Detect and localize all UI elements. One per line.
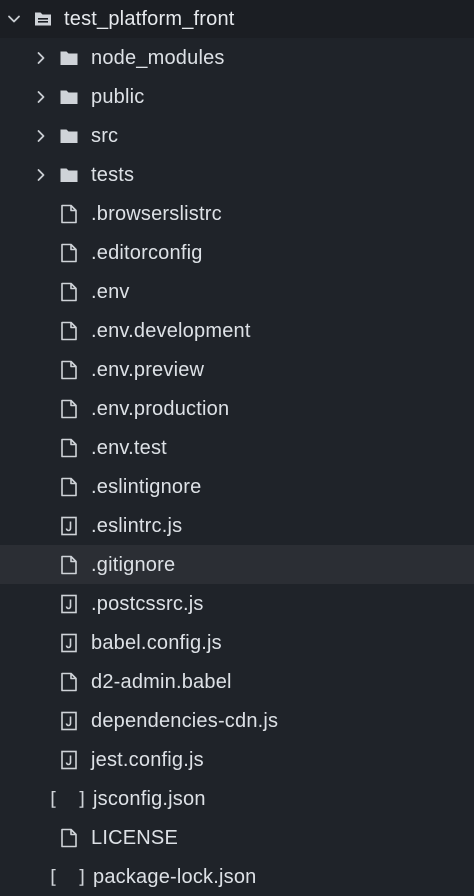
- tree-file-env-preview[interactable]: .env.preview: [0, 350, 474, 389]
- file-icon: [58, 242, 80, 264]
- tree-file-jest-config-js[interactable]: jest.config.js: [0, 740, 474, 779]
- tree-folder-tests[interactable]: tests: [0, 155, 474, 194]
- tree-file-eslintrc-js[interactable]: .eslintrc.js: [0, 506, 474, 545]
- tree-file-eslintignore[interactable]: .eslintignore: [0, 467, 474, 506]
- file-icon: [58, 554, 80, 576]
- chevron-right-icon[interactable]: [33, 50, 49, 66]
- tree-root-folder[interactable]: test_platform_front: [0, 0, 474, 38]
- file-label: .gitignore: [91, 553, 176, 576]
- file-label: .env: [91, 280, 130, 303]
- folder-icon: [58, 86, 80, 108]
- folder-label: tests: [91, 163, 135, 186]
- file-icon: [58, 203, 80, 225]
- chevron-right-icon[interactable]: [33, 89, 49, 105]
- chevron-right-icon[interactable]: [33, 167, 49, 183]
- file-label: .env.development: [91, 319, 251, 342]
- json-file-icon: [ ]: [47, 865, 91, 888]
- json-file-icon: [ ]: [47, 787, 91, 810]
- file-label: .editorconfig: [91, 241, 203, 264]
- file-icon: [58, 827, 80, 849]
- chevron-right-icon[interactable]: [33, 128, 49, 144]
- folder-label: src: [91, 124, 119, 147]
- file-label: d2-admin.babel: [91, 670, 232, 693]
- tree-file-package-lock-json[interactable]: [ ] package-lock.json: [0, 857, 474, 896]
- tree-file-env-development[interactable]: .env.development: [0, 311, 474, 350]
- file-icon: [58, 398, 80, 420]
- tree-file-env-production[interactable]: .env.production: [0, 389, 474, 428]
- file-icon: [58, 671, 80, 693]
- tree-file-env[interactable]: .env: [0, 272, 474, 311]
- tree-file-license[interactable]: LICENSE: [0, 818, 474, 857]
- js-file-icon: [58, 749, 80, 771]
- tree-file-gitignore[interactable]: .gitignore: [0, 545, 474, 584]
- chevron-down-icon[interactable]: [6, 11, 22, 27]
- file-icon: [58, 476, 80, 498]
- tree-folder-node-modules[interactable]: node_modules: [0, 38, 474, 77]
- file-label: .env.preview: [91, 358, 205, 381]
- file-label: dependencies-cdn.js: [91, 709, 279, 732]
- tree-folder-public[interactable]: public: [0, 77, 474, 116]
- js-file-icon: [58, 515, 80, 537]
- folder-icon: [58, 125, 80, 147]
- tree-file-babel-config-js[interactable]: babel.config.js: [0, 623, 474, 662]
- folder-label: node_modules: [91, 46, 225, 69]
- tree-file-postcssrc-js[interactable]: .postcssrc.js: [0, 584, 474, 623]
- folder-icon: [58, 164, 80, 186]
- tree-file-editorconfig[interactable]: .editorconfig: [0, 233, 474, 272]
- folder-open-icon: [32, 8, 54, 30]
- tree-folder-src[interactable]: src: [0, 116, 474, 155]
- tree-file-d2-admin-babel[interactable]: d2-admin.babel: [0, 662, 474, 701]
- tree-file-env-test[interactable]: .env.test: [0, 428, 474, 467]
- js-file-icon: [58, 710, 80, 732]
- file-label: jsconfig.json: [93, 787, 206, 810]
- js-file-icon: [58, 593, 80, 615]
- tree-file-dependencies-cdn-js[interactable]: dependencies-cdn.js: [0, 701, 474, 740]
- file-label: .eslintrc.js: [91, 514, 183, 537]
- file-icon: [58, 320, 80, 342]
- tree-file-jsconfig-json[interactable]: [ ] jsconfig.json: [0, 779, 474, 818]
- file-icon: [58, 359, 80, 381]
- file-label: .env.production: [91, 397, 230, 420]
- folder-label: public: [91, 85, 145, 108]
- js-file-icon: [58, 632, 80, 654]
- file-label: babel.config.js: [91, 631, 222, 654]
- file-label: .postcssrc.js: [91, 592, 204, 615]
- file-label: jest.config.js: [91, 748, 204, 771]
- file-label: LICENSE: [91, 826, 178, 849]
- file-explorer-tree: test_platform_front node_modules public …: [0, 0, 474, 896]
- file-icon: [58, 437, 80, 459]
- file-label: .env.test: [91, 436, 167, 459]
- file-label: .eslintignore: [91, 475, 202, 498]
- file-icon: [58, 281, 80, 303]
- tree-file-browserslistrc[interactable]: .browserslistrc: [0, 194, 474, 233]
- file-label: .browserslistrc: [91, 202, 222, 225]
- folder-icon: [58, 47, 80, 69]
- tree-root-label: test_platform_front: [64, 8, 235, 30]
- file-label: package-lock.json: [93, 865, 257, 888]
